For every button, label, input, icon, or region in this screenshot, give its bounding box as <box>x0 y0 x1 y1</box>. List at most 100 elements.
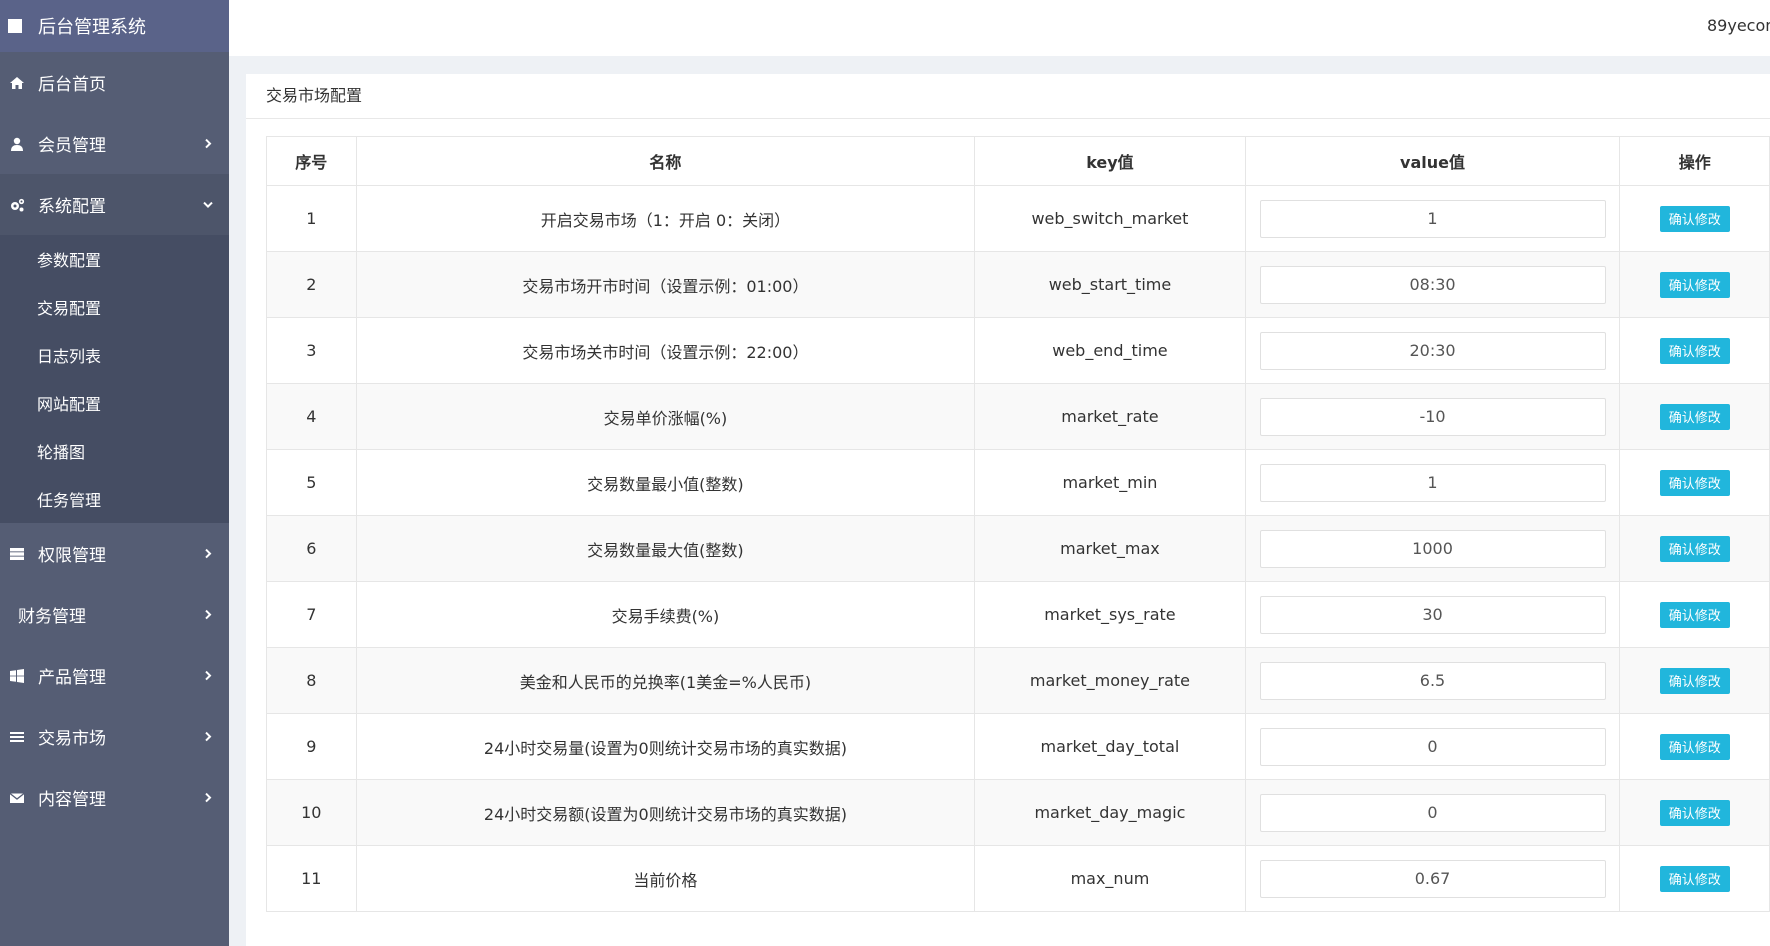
confirm-modify-button[interactable]: 确认修改 <box>1659 601 1730 628</box>
table-row: 10 24小时交易额(设置为0则统计交易市场的真实数据) market_day_ma… <box>266 779 1770 846</box>
cell-no: 7 <box>266 581 357 648</box>
submenu-item-trade-config[interactable]: 交易配置 <box>0 283 229 331</box>
panel-title: 交易市场配置 <box>246 74 1770 119</box>
submenu-item-site-config[interactable]: 网站配置 <box>0 379 229 427</box>
confirm-modify-button[interactable]: 确认修改 <box>1659 271 1730 298</box>
value-input[interactable] <box>1259 529 1606 568</box>
table-row: 7交易手续费(%)market_sys_rate 确认修改 <box>266 581 1770 648</box>
value-input[interactable] <box>1259 397 1606 436</box>
value-input[interactable] <box>1259 661 1606 700</box>
cell-no: 2 <box>266 251 357 318</box>
cell-no: 5 <box>266 449 357 516</box>
value-input[interactable] <box>1259 265 1606 304</box>
cell-no: 4 <box>266 383 357 450</box>
cell-no: 8 <box>266 647 357 714</box>
confirm-modify-button[interactable]: 确认修改 <box>1659 403 1730 430</box>
cell-name: 交易数量最大值(整数) <box>355 515 976 582</box>
confirm-modify-button[interactable]: 确认修改 <box>1659 535 1730 562</box>
sidebar-item-label: 交易市场 <box>38 729 106 749</box>
cell-no: 1 <box>266 185 357 252</box>
cell-no: 9 <box>266 713 357 780</box>
cell-value <box>1244 317 1621 384</box>
confirm-modify-button[interactable]: 确认修改 <box>1659 469 1730 496</box>
confirm-modify-button[interactable]: 确认修改 <box>1659 205 1730 232</box>
sidebar-item-label: 系统配置 <box>38 197 106 217</box>
cell-name: 交易市场关市时间（设置示例：22:00） <box>355 317 976 384</box>
table-header-row: 序号 名称 key值 value值 操作 <box>266 136 1770 186</box>
sidebar-item-system-config[interactable]: 系统配置 <box>0 174 229 235</box>
user-name[interactable]: 89yecom <box>1707 16 1770 35</box>
sidebar-item-content[interactable]: 内容管理 <box>0 767 229 828</box>
sidebar-item-label: 内容管理 <box>38 790 106 810</box>
chevron-right-icon <box>201 135 215 149</box>
table-row: 8美金和人民币的兑换率(1美金=%人民币)market_money_rate 确认… <box>266 647 1770 714</box>
cell-no: 11 <box>266 845 357 912</box>
cell-no: 6 <box>266 515 357 582</box>
sidebar-item-members[interactable]: 会员管理 <box>0 113 229 174</box>
cell-name: 24小时交易额(设置为0则统计交易市场的真实数据) <box>355 779 976 846</box>
table-body: 1开启交易市场（1：开启 0：关闭）web_switch_market确认修改2… <box>266 185 1770 912</box>
table-row: 3交易市场关市时间（设置示例：22:00）web_end_time 确认修改 <box>266 317 1770 384</box>
cell-value <box>1244 383 1621 450</box>
cell-action: 确认修改 <box>1619 185 1770 252</box>
sidebar-item-label: 后台首页 <box>38 75 106 95</box>
cell-value <box>1244 449 1621 516</box>
confirm-modify-button[interactable]: 确认修改 <box>1659 337 1730 364</box>
table-row: 4交易单价涨幅(%)market_rate 确认修改 <box>266 383 1770 450</box>
logo-square-icon <box>8 19 22 33</box>
value-input[interactable] <box>1259 199 1606 238</box>
table-row: 11当前价格max_num 确认修改 <box>266 845 1770 912</box>
home-icon <box>8 74 26 92</box>
sidebar-item-label: 权限管理 <box>38 546 106 566</box>
cell-name: 交易数量最小值(整数) <box>355 449 976 516</box>
col-header-key: key值 <box>974 136 1246 186</box>
value-input[interactable] <box>1259 727 1606 766</box>
submenu-item-tasks[interactable]: 任务管理 <box>0 475 229 523</box>
cell-key: max_num <box>974 845 1246 912</box>
chevron-right-icon <box>201 728 215 742</box>
col-header-name: 名称 <box>355 136 976 186</box>
config-panel: 交易市场配置 序号 名称 key值 value值 操作 1 开启交易市场（1：开启… <box>246 74 1770 946</box>
chevron-right-icon <box>201 606 215 620</box>
value-input[interactable] <box>1259 859 1606 898</box>
confirm-modify-button[interactable]: 确认修改 <box>1659 865 1730 892</box>
cell-action: 确认修改 <box>1619 515 1770 582</box>
cell-value <box>1244 515 1621 582</box>
sidebar-item-home[interactable]: 后台首页 <box>0 52 229 113</box>
windows-icon <box>8 667 26 685</box>
cell-key: market_min <box>974 449 1246 516</box>
sidebar-item-market[interactable]: 交易市场 <box>0 706 229 767</box>
cell-action: 确认修改 <box>1619 449 1770 516</box>
sidebar-item-finance[interactable]: 财务管理 <box>0 584 229 645</box>
cell-action: 确认修改 <box>1619 317 1770 384</box>
cell-name: 交易手续费(%) <box>355 581 976 648</box>
cell-key: market_sys_rate <box>974 581 1246 648</box>
confirm-modify-button[interactable]: 确认修改 <box>1659 733 1730 760</box>
cell-key: market_day_magic <box>974 779 1246 846</box>
sidebar-item-label: 财务管理 <box>18 607 86 627</box>
cell-action: 确认修改 <box>1619 647 1770 714</box>
col-header-no: 序号 <box>266 136 357 186</box>
value-input[interactable] <box>1259 595 1606 634</box>
cell-name: 当前价格 <box>355 845 976 912</box>
confirm-modify-button[interactable]: 确认修改 <box>1659 667 1730 694</box>
value-input[interactable] <box>1259 793 1606 832</box>
cell-value <box>1244 185 1621 252</box>
cell-action: 确认修改 <box>1619 779 1770 846</box>
submenu-item-params[interactable]: 参数配置 <box>0 235 229 283</box>
brand[interactable]: 后台管理系统 <box>0 0 229 52</box>
submenu-item-logs[interactable]: 日志列表 <box>0 331 229 379</box>
col-header-value: value值 <box>1244 136 1621 186</box>
user-icon <box>8 135 26 153</box>
cell-no: 3 <box>266 317 357 384</box>
sidebar-item-permissions[interactable]: 权限管理 <box>0 523 229 584</box>
value-input[interactable] <box>1259 331 1606 370</box>
top-header: 89yecom <box>229 0 1770 56</box>
submenu-item-carousel[interactable]: 轮播图 <box>0 427 229 475</box>
col-header-action: 操作 <box>1619 136 1770 186</box>
table-row: 5交易数量最小值(整数)market_min 确认修改 <box>266 449 1770 516</box>
value-input[interactable] <box>1259 463 1606 502</box>
sidebar-item-products[interactable]: 产品管理 <box>0 645 229 706</box>
confirm-modify-button[interactable]: 确认修改 <box>1659 799 1730 826</box>
cell-value <box>1244 779 1621 846</box>
